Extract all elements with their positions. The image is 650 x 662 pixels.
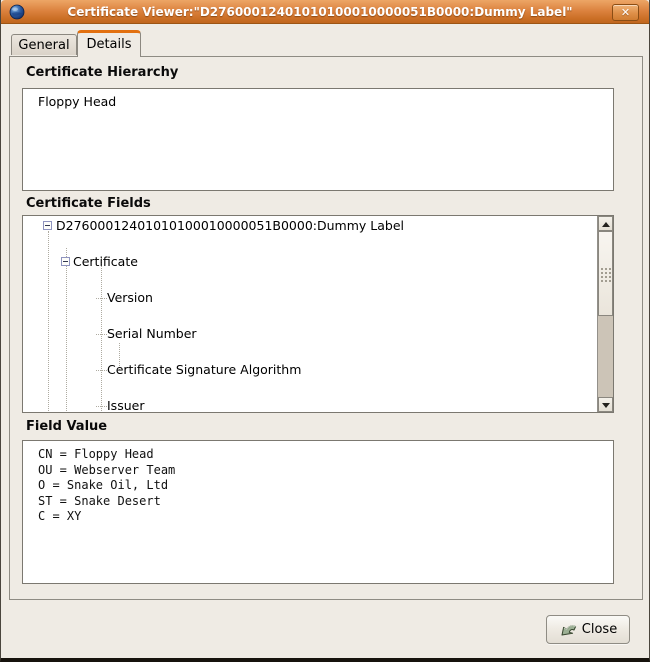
certificate-hierarchy-list[interactable]: Floppy Head	[22, 88, 614, 191]
tree-row[interactable]: Issuer	[23, 397, 597, 413]
tree-branch-line	[96, 370, 107, 371]
tab-general-label: General	[18, 38, 69, 53]
scrollbar-up-button[interactable]	[598, 216, 613, 231]
expander-minus-icon[interactable]	[61, 257, 70, 266]
field-value-text[interactable]: CN = Floppy HeadOU = Webserver TeamO = S…	[22, 440, 614, 584]
tree-row-label: D27600012401010100010000051B0000:Dummy L…	[56, 217, 404, 235]
arrow-down-icon	[602, 403, 610, 408]
arrow-up-icon	[602, 222, 610, 227]
tree-branch-line	[96, 298, 107, 299]
field-value-line: CN = Floppy Head	[38, 447, 613, 463]
expander-minus-icon[interactable]	[43, 221, 52, 230]
scrollbar-thumb[interactable]	[598, 231, 613, 316]
certificate-viewer-window: Certificate Viewer:"D2760001240101010001…	[0, 0, 650, 662]
tree-row-label: Issuer	[107, 397, 144, 413]
globe-icon	[9, 4, 25, 20]
tab-details[interactable]: Details	[77, 30, 141, 57]
certificate-fields-tree[interactable]: D27600012401010100010000051B0000:Dummy L…	[23, 217, 597, 413]
close-icon: ✕	[621, 6, 630, 19]
tab-details-label: Details	[86, 37, 131, 52]
scrollbar-track[interactable]	[598, 316, 613, 397]
tree-row[interactable]: Serial Number	[23, 325, 597, 343]
scrollbar-grip-icon	[601, 268, 603, 270]
close-arrow-icon	[559, 620, 578, 639]
tree-branch-line	[96, 334, 107, 335]
tree-row[interactable]: Certificate Signature Algorithm	[23, 361, 597, 379]
scrollbar-down-button[interactable]	[598, 397, 613, 412]
window-titlebar[interactable]: Certificate Viewer:"D2760001240101010001…	[1, 0, 649, 24]
hierarchy-list-item[interactable]: Floppy Head	[23, 89, 613, 109]
certificate-fields-treeview: D27600012401010100010000051B0000:Dummy L…	[22, 215, 614, 413]
field-value-line: ST = Snake Desert	[38, 494, 613, 510]
tree-row[interactable]: D27600012401010100010000051B0000:Dummy L…	[23, 217, 597, 235]
window-close-button[interactable]: ✕	[612, 4, 639, 21]
tree-row-label: Certificate	[73, 253, 138, 271]
tree-row-label: Version	[107, 289, 153, 307]
tree-row[interactable]: Certificate	[23, 253, 597, 271]
tree-branch-line	[96, 406, 107, 407]
tree-row-label: Serial Number	[107, 325, 197, 343]
field-value-line: OU = Webserver Team	[38, 463, 613, 479]
close-button[interactable]: Close	[546, 615, 630, 644]
window-title: Certificate Viewer:"D2760001240101010001…	[31, 0, 609, 24]
field-value-line: O = Snake Oil, Ltd	[38, 478, 613, 494]
tree-scrollbar[interactable]	[597, 216, 613, 412]
certificate-fields-label: Certificate Fields	[26, 196, 151, 211]
close-button-label: Close	[582, 622, 617, 637]
tree-row[interactable]: Version	[23, 289, 597, 307]
certificate-hierarchy-label: Certificate Hierarchy	[26, 65, 178, 80]
tree-row-label: Certificate Signature Algorithm	[107, 361, 301, 379]
details-tab-panel: Certificate Hierarchy Floppy Head Certif…	[9, 56, 643, 600]
tab-general[interactable]: General	[11, 34, 77, 55]
field-value-line: C = XY	[38, 509, 613, 525]
field-value-label: Field Value	[26, 419, 107, 434]
